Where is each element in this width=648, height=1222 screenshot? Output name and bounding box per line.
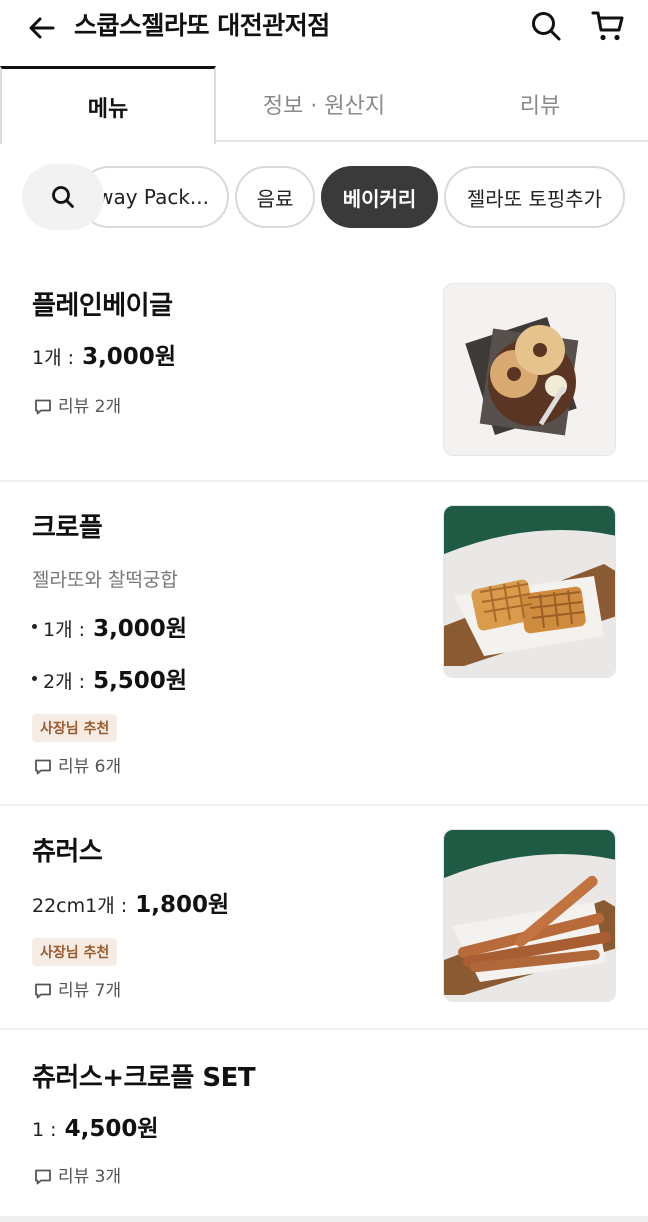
tab-menu[interactable]: 메뉴	[0, 66, 216, 144]
arrow-left-icon	[29, 17, 55, 39]
comment-icon	[35, 983, 51, 999]
owner-recommend-badge: 사장님 추천	[32, 938, 118, 966]
cart-button[interactable]	[584, 4, 632, 48]
comment-icon	[35, 399, 51, 415]
menu-item-name: 크로플	[32, 513, 103, 543]
menu-item-review: 리뷰 3개	[34, 1166, 121, 1188]
menu-item-review: 리뷰 7개	[34, 980, 121, 1002]
search-icon	[52, 186, 74, 208]
menu-item-review: 리뷰 6개	[34, 756, 121, 778]
menu-item-review: 리뷰 2개	[34, 396, 121, 418]
store-title: 스쿱스젤라또 대전관저점	[74, 11, 330, 40]
croffle-image	[443, 505, 616, 678]
menu-item-name: 츄러스	[32, 837, 103, 867]
menu-search-button[interactable]	[22, 164, 104, 230]
cart-icon	[591, 11, 624, 41]
menu-item-croffle[interactable]: 크로플 젤라또와 찰떡궁합 1개 : 3,000원 2개 : 5,500원 사장…	[0, 482, 648, 804]
back-button[interactable]	[22, 8, 62, 48]
menu-item-price: 2개 : 5,500원	[32, 666, 187, 697]
search-icon	[532, 12, 561, 41]
menu-item-price: 1개 : 3,000원	[32, 344, 176, 370]
menu-item-churros-croffle-set[interactable]: 츄러스+크로플 SET 1 : 4,500원 리뷰 3개	[0, 1030, 648, 1220]
tab-review[interactable]: 리뷰	[432, 66, 648, 142]
category-chip-bakery[interactable]: 베이커리	[321, 166, 438, 228]
menu-item-description: 젤라또와 찰떡궁합	[32, 569, 178, 591]
owner-recommend-badge: 사장님 추천	[32, 714, 118, 742]
comment-icon	[35, 1169, 51, 1185]
search-button[interactable]	[524, 4, 568, 48]
menu-item-price: 22cm1개 : 1,800원	[32, 892, 230, 918]
bottom-divider	[0, 1216, 648, 1222]
tab-bar: 메뉴 정보 · 원산지 리뷰	[0, 66, 648, 144]
menu-item-plain-bagel[interactable]: 플레인베이글 1개 : 3,000원 리뷰 2개	[0, 256, 648, 480]
churros-image	[443, 829, 616, 1002]
menu-item-price: 1개 : 3,000원	[32, 614, 187, 645]
app-header: 스쿱스젤라또 대전관저점	[0, 0, 648, 56]
menu-item-price: 1 : 4,500원	[32, 1116, 159, 1142]
bagel-image	[443, 283, 616, 456]
category-chip-topping[interactable]: 젤라또 토핑추가	[444, 166, 625, 228]
category-chips: way Pack... 음료 베이커리 젤라또 토핑추가	[0, 164, 648, 230]
tab-info-origin[interactable]: 정보 · 원산지	[216, 66, 432, 142]
menu-item-churros[interactable]: 츄러스 22cm1개 : 1,800원 사장님 추천 리뷰 7개	[0, 806, 648, 1028]
comment-icon	[35, 759, 51, 775]
menu-item-name: 플레인베이글	[32, 291, 173, 321]
menu-item-name: 츄러스+크로플 SET	[32, 1063, 256, 1093]
category-chip-drink[interactable]: 음료	[235, 166, 315, 228]
